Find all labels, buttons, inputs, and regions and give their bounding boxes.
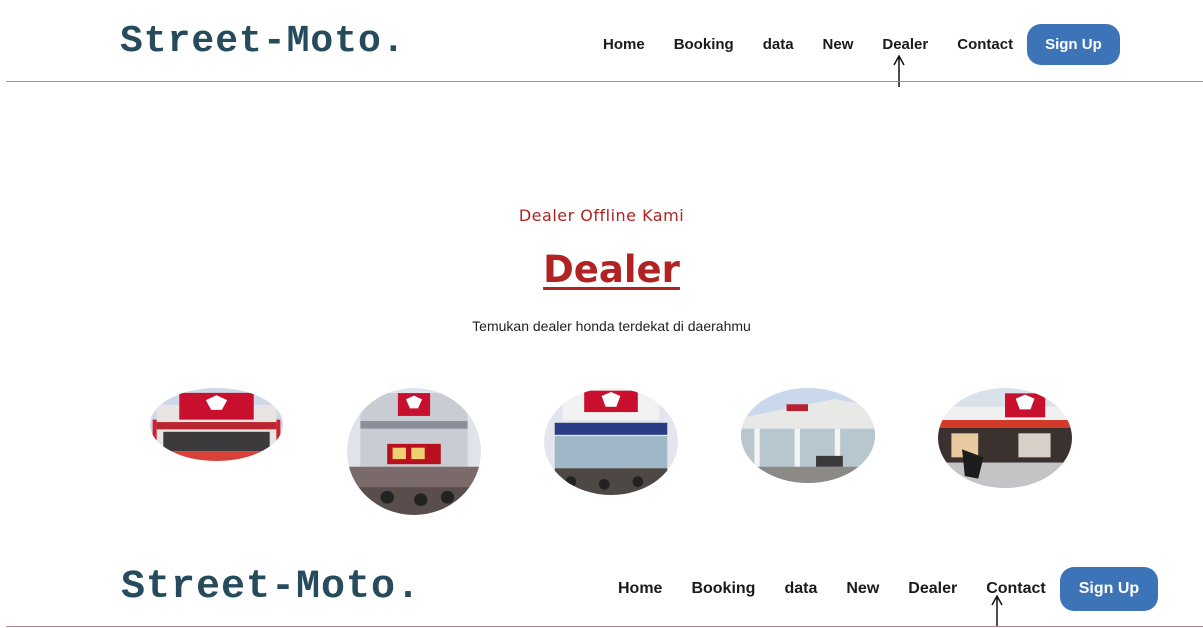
footer-divider	[6, 626, 1203, 627]
nav-home[interactable]: Home	[603, 36, 645, 53]
nav-dealer[interactable]: Dealer	[908, 580, 957, 598]
dealer-photo-1[interactable]	[150, 388, 283, 461]
nav-contact[interactable]: Contact	[957, 36, 1013, 53]
top-navbar: Street-Moto. Home Booking data New Deale…	[0, 0, 1203, 87]
main-nav: Home Booking data New Dealer Contact Sig…	[603, 24, 1120, 65]
nav-booking[interactable]: Booking	[691, 580, 755, 598]
nav-new[interactable]: New	[846, 580, 879, 598]
section-subtitle: Dealer Offline Kami	[518, 206, 685, 225]
nav-new[interactable]: New	[823, 36, 854, 53]
nav-booking[interactable]: Booking	[674, 36, 734, 53]
nav-dealer[interactable]: Dealer	[882, 36, 928, 53]
pointer-arrow-icon	[892, 54, 906, 88]
dealer-photo-4[interactable]	[741, 388, 875, 483]
bottom-navbar: Street-Moto. Home Booking data New Deale…	[0, 545, 1203, 627]
section-title: Dealer	[543, 248, 680, 291]
dealer-photo-3[interactable]	[544, 388, 678, 495]
section-description: Temukan dealer honda terdekat di daerahm…	[472, 318, 751, 334]
signup-button[interactable]: Sign Up	[1027, 24, 1120, 65]
signup-button[interactable]: Sign Up	[1059, 567, 1159, 611]
dealer-photo-2[interactable]	[347, 388, 481, 515]
nav-home[interactable]: Home	[618, 580, 662, 598]
brand-logo[interactable]: Street-Moto.	[120, 20, 406, 63]
nav-data[interactable]: data	[763, 36, 794, 53]
dealer-photo-5[interactable]	[938, 388, 1072, 488]
brand-logo[interactable]: Street-Moto.	[121, 565, 421, 610]
footer-nav: Home Booking data New Dealer Contact Sig…	[618, 567, 1159, 611]
pointer-arrow-icon	[990, 594, 1004, 628]
header-divider	[6, 81, 1203, 82]
nav-data[interactable]: data	[784, 580, 817, 598]
